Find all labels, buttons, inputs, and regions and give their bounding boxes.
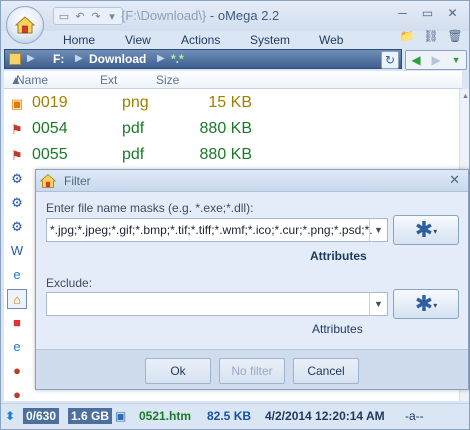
status-attributes: -a-- (405, 409, 424, 423)
title-path: {F:\Download\} (121, 8, 207, 23)
filter-icon: ⬍ (5, 409, 16, 423)
installer-icon: ⚙ (11, 195, 23, 210)
list-item[interactable]: ⚑ 0055 pdf 880 KB (4, 143, 462, 169)
cancel-button[interactable]: Cancel (293, 358, 359, 384)
exclude-label: Exclude: (46, 276, 93, 290)
network-icon[interactable]: ⛓ (423, 29, 439, 45)
app-window: ▭ ↶ ↷ ▾ {F:\Download\} - oMega 2.2 ─ ▭ ✕… (0, 0, 470, 430)
qat-dropdown-icon[interactable]: ▾ (105, 10, 119, 23)
column-size[interactable]: Size (156, 73, 179, 87)
nav-buttons: ◀ ▶ ▼ (405, 50, 467, 70)
title-app-name: oMega 2.2 (217, 8, 280, 23)
dialog-button-bar: Ok No filter Cancel (36, 349, 468, 389)
mask-label: Enter file name masks (e.g. *.exe;*.dll)… (46, 201, 254, 215)
tab-system[interactable]: System (250, 33, 290, 47)
filter-dialog: Filter ✕ Enter file name masks (e.g. *.e… (35, 169, 469, 390)
html-file-icon: e (13, 339, 21, 354)
pdf-icon: ⚑ (11, 148, 23, 163)
panel-icon[interactable]: ▭ (57, 10, 71, 23)
mask-value: *.jpg;*.jpeg;*.gif;*.bmp;*.tif;*.tiff;*.… (50, 223, 372, 237)
tab-web[interactable]: Web (319, 33, 343, 47)
attributes-button[interactable]: Attributes (310, 249, 367, 263)
column-ext[interactable]: Ext (100, 73, 117, 87)
home-icon (40, 174, 56, 188)
column-header: ▲ Name Ext Size (4, 71, 462, 89)
window-title: {F:\Download\} - oMega 2.2 (121, 8, 280, 23)
ribbon-right-icons: 📁 ⛓ 🗑 (399, 29, 463, 45)
status-bar: ⬍ 0/630 1.6 GB ▣ 0521.htm 82.5 KB 4/2/20… (1, 403, 469, 429)
media-file-icon: ● (13, 363, 21, 378)
tab-view[interactable]: View (125, 33, 151, 47)
title-bar: ▭ ↶ ↷ ▾ {F:\Download\} - oMega 2.2 ─ ▭ ✕ (1, 1, 469, 31)
chevron-right-icon: ▶ (75, 53, 83, 64)
chevron-down-icon: ▾ (433, 301, 438, 310)
status-file-size: 82.5 KB (207, 409, 252, 423)
media-file-icon: ● (13, 387, 21, 402)
close-icon[interactable]: ✕ (449, 172, 460, 188)
status-datetime: 4/2/2014 12:20:14 AM (265, 409, 385, 423)
asterisk-icon: ✱ (414, 217, 434, 242)
forward-icon[interactable]: ▶ (432, 53, 441, 67)
exclude-attributes-button[interactable]: Attributes (312, 322, 363, 336)
dialog-title: Filter (64, 174, 91, 188)
tab-actions[interactable]: Actions (181, 33, 220, 47)
close-icon[interactable]: ✕ (440, 5, 465, 23)
chevron-down-icon[interactable]: ▼ (369, 293, 387, 315)
column-name[interactable]: Name (16, 73, 48, 87)
folder-icon (9, 53, 21, 65)
home-icon: ⌂ (7, 289, 27, 309)
home-icon (15, 16, 35, 34)
path-bar[interactable]: ▶ F: ▶ Download ▶ *.* (4, 49, 402, 69)
asterisk-icon: ✱ (414, 291, 434, 316)
file-icons-column: ⚙ ⚙ ⚙ W e ⌂ ■ e ● ● (7, 169, 31, 402)
installer-icon: ⚙ (11, 219, 23, 234)
status-count: 0/630 (23, 408, 60, 424)
installer-icon: ⚙ (11, 171, 23, 186)
ok-button[interactable]: Ok (145, 358, 211, 384)
chevron-down-icon[interactable]: ▼ (369, 219, 387, 241)
app-file-icon: ■ (13, 315, 21, 330)
html-file-icon: e (13, 267, 21, 282)
history-dropdown-icon[interactable]: ▼ (452, 55, 461, 65)
trash-icon[interactable]: 🗑 (447, 29, 463, 45)
mask-preset-button[interactable]: ✱▾ (393, 215, 459, 245)
list-item[interactable]: ▣ 0019 png 15 KB (4, 91, 462, 117)
status-file-name: 0521.htm (139, 409, 192, 423)
new-folder-icon[interactable]: 📁 (399, 29, 415, 45)
app-menu-button[interactable] (6, 6, 44, 44)
exclude-preset-button[interactable]: ✱▾ (393, 289, 459, 319)
dialog-title-bar: Filter ✕ (36, 170, 468, 192)
minimize-icon[interactable]: ─ (390, 5, 415, 23)
undo-icon[interactable]: ↶ (73, 10, 87, 23)
path-mask[interactable]: *.* (171, 52, 184, 66)
path-drive[interactable]: F: (53, 52, 64, 66)
chevron-right-icon: ▶ (157, 53, 165, 64)
back-icon[interactable]: ◀ (411, 53, 420, 67)
chevron-down-icon: ▾ (433, 227, 438, 236)
window-controls: ─ ▭ ✕ (390, 5, 465, 23)
refresh-icon[interactable]: ↻ (381, 51, 399, 69)
pdf-icon: ⚑ (11, 122, 23, 137)
scroll-up-icon[interactable]: ▲ (462, 93, 469, 100)
image-icon: ▣ (10, 96, 24, 111)
tab-home[interactable]: Home (63, 33, 95, 47)
redo-icon[interactable]: ↷ (89, 10, 103, 23)
path-folder[interactable]: Download (89, 52, 146, 66)
list-item[interactable]: ⚑ 0054 pdf 880 KB (4, 117, 462, 143)
quick-access-toolbar: ▭ ↶ ↷ ▾ (53, 7, 123, 25)
no-filter-button[interactable]: No filter (219, 358, 285, 384)
status-total-size: 1.6 GB (68, 408, 113, 424)
word-document-icon: W (10, 243, 24, 258)
chevron-right-icon: ▶ (27, 53, 35, 64)
image-icon: ▣ (115, 409, 127, 423)
mask-combobox[interactable]: *.jpg;*.jpeg;*.gif;*.bmp;*.tif;*.tiff;*.… (46, 218, 388, 242)
maximize-icon[interactable]: ▭ (415, 5, 440, 23)
exclude-combobox[interactable]: ▼ (46, 292, 388, 316)
